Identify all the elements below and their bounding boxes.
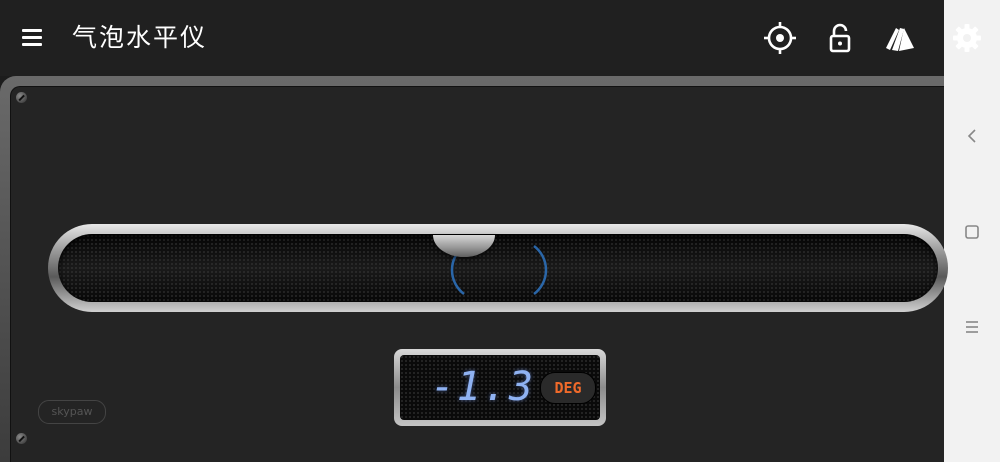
- app-bar: 气泡水平仪: [0, 0, 944, 76]
- lock-button[interactable]: [822, 20, 858, 56]
- brand-logo: skypaw: [38, 400, 106, 424]
- menu-icon-bar: [22, 43, 42, 46]
- gear-icon: [953, 24, 981, 52]
- menu-button[interactable]: [20, 26, 46, 48]
- nav-home-button[interactable]: [958, 218, 986, 246]
- angle-readout: -1.3: [430, 364, 535, 410]
- screw-bottom-left: [16, 433, 27, 444]
- nav-recents-button[interactable]: [958, 313, 986, 341]
- menu-icon-bar: [22, 29, 42, 32]
- chevron-left-icon: [967, 129, 976, 143]
- app-title: 气泡水平仪: [72, 23, 208, 52]
- crosshair-icon: [764, 22, 796, 54]
- theme-button[interactable]: [882, 20, 918, 56]
- nav-back-button[interactable]: [958, 122, 986, 150]
- square-icon: [965, 225, 979, 239]
- menu-icon-bar: [22, 36, 42, 39]
- screw-top-left: [16, 92, 27, 103]
- unit-toggle[interactable]: DEG: [540, 372, 596, 404]
- unlock-icon: [829, 23, 851, 53]
- cards-icon: [886, 28, 914, 51]
- lines-icon: [966, 321, 978, 333]
- settings-button[interactable]: [949, 20, 985, 56]
- calibrate-button[interactable]: [762, 20, 798, 56]
